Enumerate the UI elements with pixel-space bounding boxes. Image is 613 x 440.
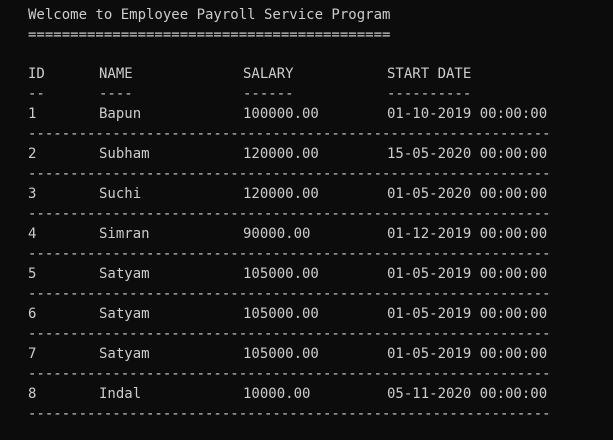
row-id: 6 — [28, 306, 37, 322]
row-id: 8 — [28, 386, 37, 402]
row-name: Subham — [99, 146, 150, 162]
table-header: ID NAME SALARY START DATE — [28, 64, 471, 84]
row-separator: ----------------------------------------… — [28, 166, 551, 182]
row-separator: ----------------------------------------… — [28, 246, 551, 262]
row-id: 3 — [28, 186, 37, 202]
row-salary: 120000.00 — [243, 146, 319, 162]
row-name: Bapun — [99, 106, 142, 122]
row-start-date: 15-05-2020 00:00:00 — [387, 146, 548, 162]
row-separator: ----------------------------------------… — [28, 366, 551, 382]
header-salary: SALARY — [243, 66, 294, 82]
row-name: Simran — [99, 226, 150, 242]
row-id: 7 — [28, 346, 37, 362]
row-id: 4 — [28, 226, 37, 242]
row-id: 2 — [28, 146, 37, 162]
header-start-date-underline: ---------- — [387, 86, 472, 102]
row-separator: ----------------------------------------… — [28, 126, 551, 142]
row-start-date: 01-10-2019 00:00:00 — [387, 106, 548, 122]
program-title: Welcome to Employee Payroll Service Prog… — [28, 7, 391, 23]
row-name: Indal — [99, 386, 142, 402]
row-salary: 90000.00 — [243, 226, 311, 242]
row-salary: 105000.00 — [243, 346, 319, 362]
header-id-underline: -- — [28, 86, 45, 102]
header-name: NAME — [99, 66, 133, 82]
row-name: Suchi — [99, 186, 142, 202]
row-id: 5 — [28, 266, 37, 282]
header-underline: -- ---- ------ ---------- — [28, 84, 471, 104]
row-separator: ----------------------------------------… — [28, 326, 551, 342]
row-start-date: 01-05-2019 00:00:00 — [387, 346, 548, 362]
row-salary: 10000.00 — [243, 386, 311, 402]
row-start-date: 01-12-2019 00:00:00 — [387, 226, 548, 242]
row-start-date: 01-05-2019 00:00:00 — [387, 306, 548, 322]
row-salary: 120000.00 — [243, 186, 319, 202]
title-underline: ========================================… — [28, 27, 391, 43]
header-start-date: START DATE — [387, 66, 472, 82]
row-start-date: 01-05-2020 00:00:00 — [387, 186, 548, 202]
row-start-date: 01-05-2019 00:00:00 — [387, 266, 548, 282]
row-separator: ----------------------------------------… — [28, 206, 551, 222]
row-start-date: 05-11-2020 00:00:00 — [387, 386, 548, 402]
header-id: ID — [28, 66, 45, 82]
row-id: 1 — [28, 106, 37, 122]
header-salary-underline: ------ — [243, 86, 294, 102]
header-name-underline: ---- — [99, 86, 133, 102]
row-name: Satyam — [99, 346, 150, 362]
row-separator: ----------------------------------------… — [28, 406, 551, 422]
row-salary: 105000.00 — [243, 306, 319, 322]
console-window: Welcome to Employee Payroll Service Prog… — [0, 0, 613, 440]
row-salary: 105000.00 — [243, 266, 319, 282]
row-separator: ----------------------------------------… — [28, 286, 551, 302]
row-name: Satyam — [99, 306, 150, 322]
row-salary: 100000.00 — [243, 106, 319, 122]
row-name: Satyam — [99, 266, 150, 282]
